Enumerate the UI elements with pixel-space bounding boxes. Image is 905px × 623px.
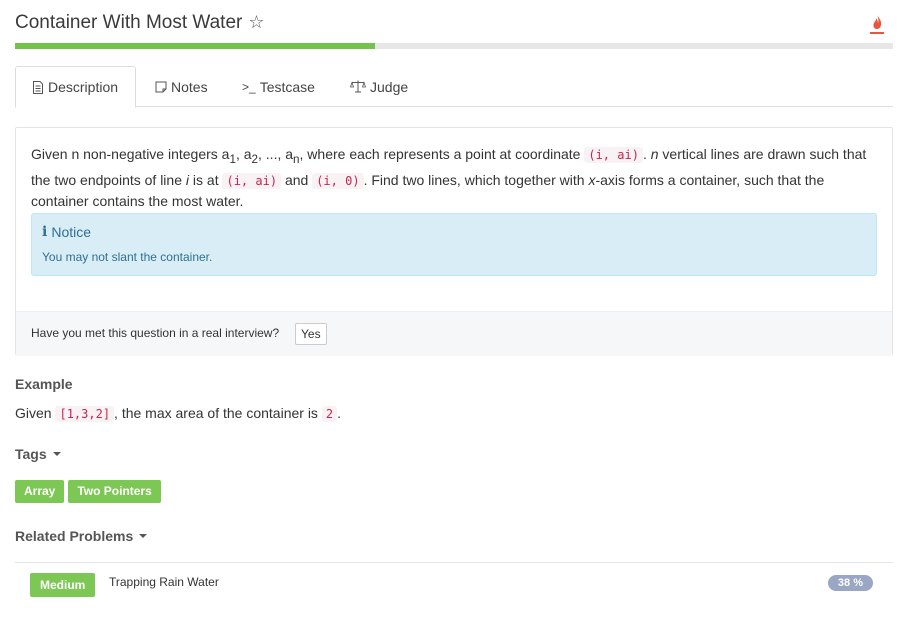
notice-text: You may not slant the container. — [42, 250, 213, 264]
tab-label: Testcase — [259, 78, 315, 95]
document-icon — [33, 80, 43, 94]
inline-code: 2 — [321, 406, 338, 422]
note-icon — [155, 81, 167, 92]
info-icon: i — [42, 224, 48, 240]
tab-label: Judge — [370, 78, 409, 95]
tag-list: Array Two Pointers — [15, 480, 161, 503]
tags-toggle[interactable]: Tags — [15, 446, 61, 462]
inline-code: (i, ai) — [584, 147, 643, 163]
caret-down-icon — [52, 452, 61, 456]
inline-code: [1,3,2] — [55, 406, 115, 422]
notice-title: i Notice — [42, 224, 92, 240]
scale-icon — [350, 80, 366, 93]
related-problem-title[interactable]: Trapping Rain Water — [109, 575, 219, 589]
tag-two-pointers[interactable]: Two Pointers — [68, 480, 161, 503]
yes-button[interactable]: Yes — [295, 323, 327, 345]
title-row: Container With Most Water ☆ — [15, 12, 893, 38]
difficulty-badge: Medium — [30, 573, 96, 597]
problem-description: Given n non-negative integers a1, a2, ..… — [31, 146, 867, 209]
progress-bar — [15, 43, 893, 49]
example-text: Given [1,3,2], the max area of the conta… — [15, 405, 341, 422]
progress-fill — [15, 43, 375, 49]
tab-judge[interactable]: Judge — [334, 66, 424, 107]
interview-bar: Have you met this question in a real int… — [16, 311, 892, 355]
acceptance-badge: 38 % — [827, 575, 873, 591]
tab-testcase[interactable]: >_ Testcase — [226, 66, 331, 107]
description-panel: Given n non-negative integers a1, a2, ..… — [15, 127, 893, 355]
page-title: Container With Most Water ☆ — [15, 12, 265, 34]
tab-label: Description — [48, 79, 119, 95]
related-heading: Related Problems — [15, 528, 134, 544]
star-icon[interactable]: ☆ — [248, 12, 264, 33]
inline-code: (i, 0) — [312, 172, 364, 189]
tag-array[interactable]: Array — [15, 480, 65, 503]
inline-code: (i, ai) — [222, 172, 282, 189]
example-heading: Example — [15, 376, 73, 392]
flame-icon[interactable] — [869, 12, 885, 36]
tab-label: Notes — [171, 78, 208, 95]
interview-question: Have you met this question in a real int… — [31, 326, 280, 340]
related-problems-toggle[interactable]: Related Problems — [15, 528, 148, 544]
terminal-icon: >_ — [242, 79, 256, 94]
related-problem-row[interactable]: Medium Trapping Rain Water 38 % — [15, 562, 893, 606]
problem-title: Container With Most Water — [15, 12, 243, 33]
tab-bar: Description Notes >_ Testcase Judge — [15, 66, 893, 108]
caret-down-icon — [139, 534, 148, 538]
tab-notes[interactable]: Notes — [139, 66, 224, 107]
notice-box: i Notice You may not slant the container… — [31, 213, 877, 276]
tab-description[interactable]: Description — [15, 66, 136, 108]
tags-heading: Tags — [15, 446, 47, 462]
